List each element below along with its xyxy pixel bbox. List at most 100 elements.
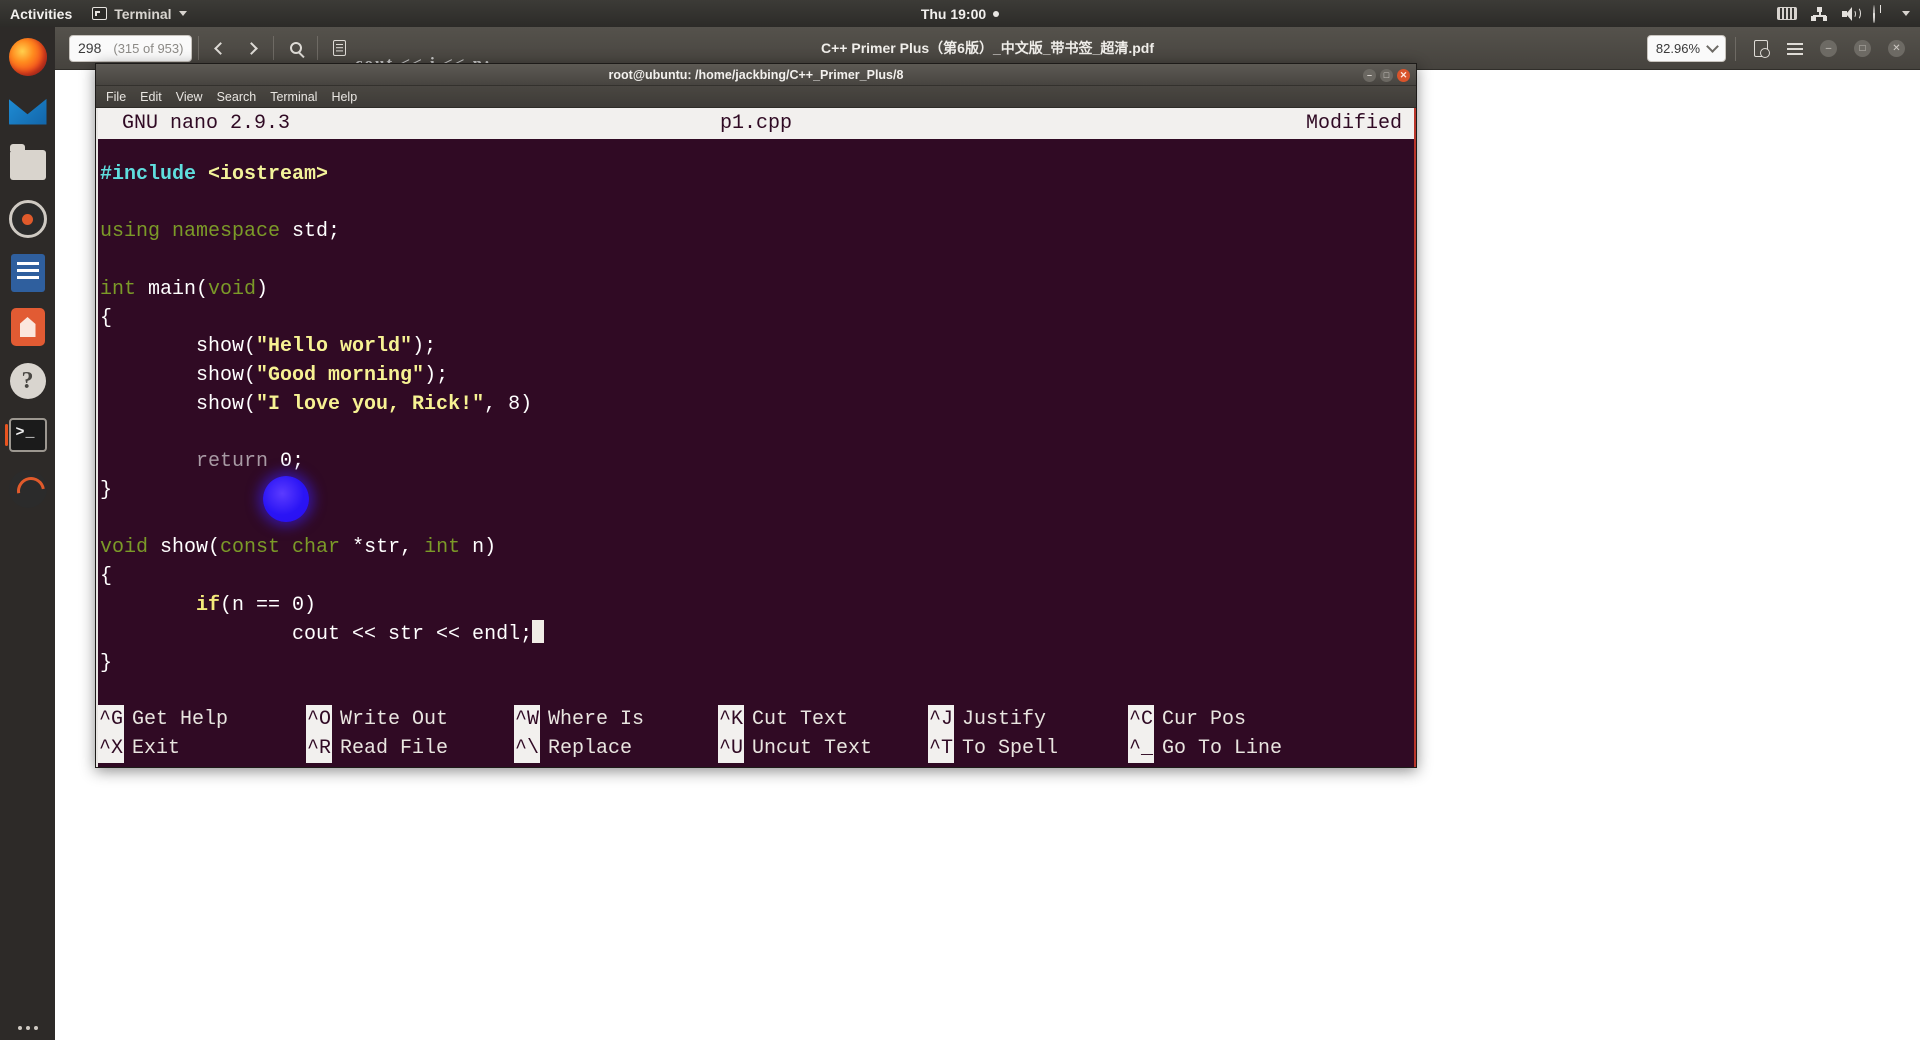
terminal-window: root@ubuntu: /home/jackbing/C++_Primer_P… [95,63,1417,768]
nano-shortcut[interactable]: ^J Justify [928,705,1046,734]
toolbar-separator [1735,36,1736,61]
menu-view[interactable]: View [176,90,203,104]
menu-help[interactable]: Help [331,90,357,104]
nano-shortcut-key: ^W [514,705,541,734]
search-icon [289,42,302,54]
nano-shortcut[interactable]: ^R Read File [306,734,448,763]
pdf-toolbar-right: 82.96% – □ ✕ [1646,27,1912,70]
next-page-button[interactable] [236,34,267,62]
dock-item-firefox[interactable] [6,35,50,79]
firefox-icon [8,38,47,76]
search-button[interactable] [280,34,311,62]
terminal-titlebar[interactable]: root@ubuntu: /home/jackbing/C++_Primer_P… [96,64,1416,86]
minimize-button[interactable]: – [1363,68,1376,82]
nano-shortcut-key: ^U [718,734,745,763]
nano-shortcut-key: ^C [1128,705,1155,734]
dock-item-thunderbird[interactable] [6,89,50,133]
code-token: <iostream> [208,163,329,186]
nano-shortcut[interactable]: ^_ Go To Line [1128,734,1282,763]
nano-shortcut-label: Uncut Text [752,737,873,760]
keyboard-icon[interactable] [1777,7,1797,20]
toolbar-separator [317,36,319,60]
text-cursor [532,620,545,644]
code-token: ); [424,363,449,387]
find-button[interactable] [1745,35,1776,63]
nano-shortcut[interactable]: ^X Exit [98,734,180,763]
page-number-input[interactable]: 298 (315 of 953) [69,34,193,62]
volume-icon[interactable] [1842,6,1861,21]
nano-shortcut[interactable]: ^K Cut Text [718,705,848,734]
find-icon [1753,40,1770,58]
code-token: int [424,536,473,560]
dock-item-software[interactable] [6,305,50,349]
code-line: } [100,650,1414,679]
show-applications-button[interactable] [0,1026,55,1030]
code-token: } [100,651,113,675]
previous-page-button[interactable] [205,34,236,62]
gnome-top-bar: Activities Terminal Thu 19:00 [0,0,1920,27]
minimize-icon: – [1820,40,1837,57]
code-token: return [196,450,269,474]
chevron-down-icon[interactable] [1902,11,1910,16]
chevron-left-icon [214,41,228,55]
nano-shortcut[interactable]: ^\ Replace [514,734,632,763]
maximize-button[interactable]: □ [1380,68,1393,82]
code-token: show( [100,335,257,359]
nano-shortcut-label: Get Help [132,708,229,731]
cursor-highlight-blob [263,476,309,522]
zoom-selector[interactable]: 82.96% [1646,35,1726,62]
menu-search[interactable]: Search [217,90,257,104]
terminal-content[interactable]: GNU nano 2.9.3 p1.cpp Modified #include … [96,108,1416,767]
code-line: show("Good morning"); [100,362,1414,391]
nano-editor-text[interactable]: #include <iostream> using namespace std;… [98,139,1414,679]
menu-file[interactable]: File [106,90,126,104]
code-token: (n == 0) [220,593,317,617]
app-menu-button[interactable] [1779,35,1810,63]
menu-terminal[interactable]: Terminal [270,90,317,104]
nano-shortcut[interactable]: ^G Get Help [98,705,228,734]
menu-edit[interactable]: Edit [140,90,162,104]
dock-item-swirl[interactable] [6,467,50,511]
minimize-button[interactable]: – [1813,35,1844,63]
code-token: #include [100,163,209,186]
dock-item-terminal[interactable] [4,413,50,457]
toolbar-separator [273,36,275,60]
files-icon [9,144,46,180]
sidebar-toggle-button[interactable] [324,34,355,62]
launcher-dock: ? [0,27,55,1040]
code-token: show( [100,363,257,387]
code-token: } [100,478,113,502]
nano-shortcut[interactable]: ^C Cur Pos [1128,705,1246,734]
nano-shortcut[interactable]: ^W Where Is [514,705,644,734]
power-icon[interactable] [1873,5,1888,23]
code-token: if [196,593,221,617]
nano-shortcut-row-2: ^X Exit ^R Read File ^\ Replace ^U Uncut Text ^T… [98,734,1414,763]
code-token: main( [148,277,209,301]
maximize-button[interactable]: □ [1847,35,1878,63]
nano-shortcut-label: Read File [340,737,449,760]
software-icon [10,308,45,346]
page-total-label: (315 of 953) [113,40,184,56]
clock-label: Thu 19:00 [920,5,987,22]
nano-shortcut-key: ^\ [514,734,541,763]
close-button[interactable]: ✕ [1881,35,1912,63]
network-icon[interactable] [1811,6,1828,21]
dock-item-files[interactable] [6,143,50,187]
system-indicators[interactable] [1777,0,1910,27]
nano-shortcut[interactable]: ^T To Spell [928,734,1058,763]
chevron-right-icon [245,41,259,55]
dock-item-help[interactable]: ? [6,359,50,403]
nano-shortcut[interactable]: ^O Write Out [306,705,448,734]
nano-shortcut-bar: ^G Get Help ^O Write Out ^W Where Is ^K Cut Tex… [98,705,1414,767]
nano-shortcut-label: Where Is [548,708,645,731]
code-token: ) [256,277,269,301]
dock-item-rhythmbox[interactable] [6,197,50,241]
code-line: { [100,305,1414,334]
code-token: cout << str << endl; [100,623,533,647]
dock-item-libreoffice[interactable] [6,251,50,295]
nano-shortcut[interactable]: ^U Uncut Text [718,734,872,763]
close-button[interactable]: ✕ [1397,68,1410,82]
clock-button[interactable]: Thu 19:00 [0,6,1920,22]
